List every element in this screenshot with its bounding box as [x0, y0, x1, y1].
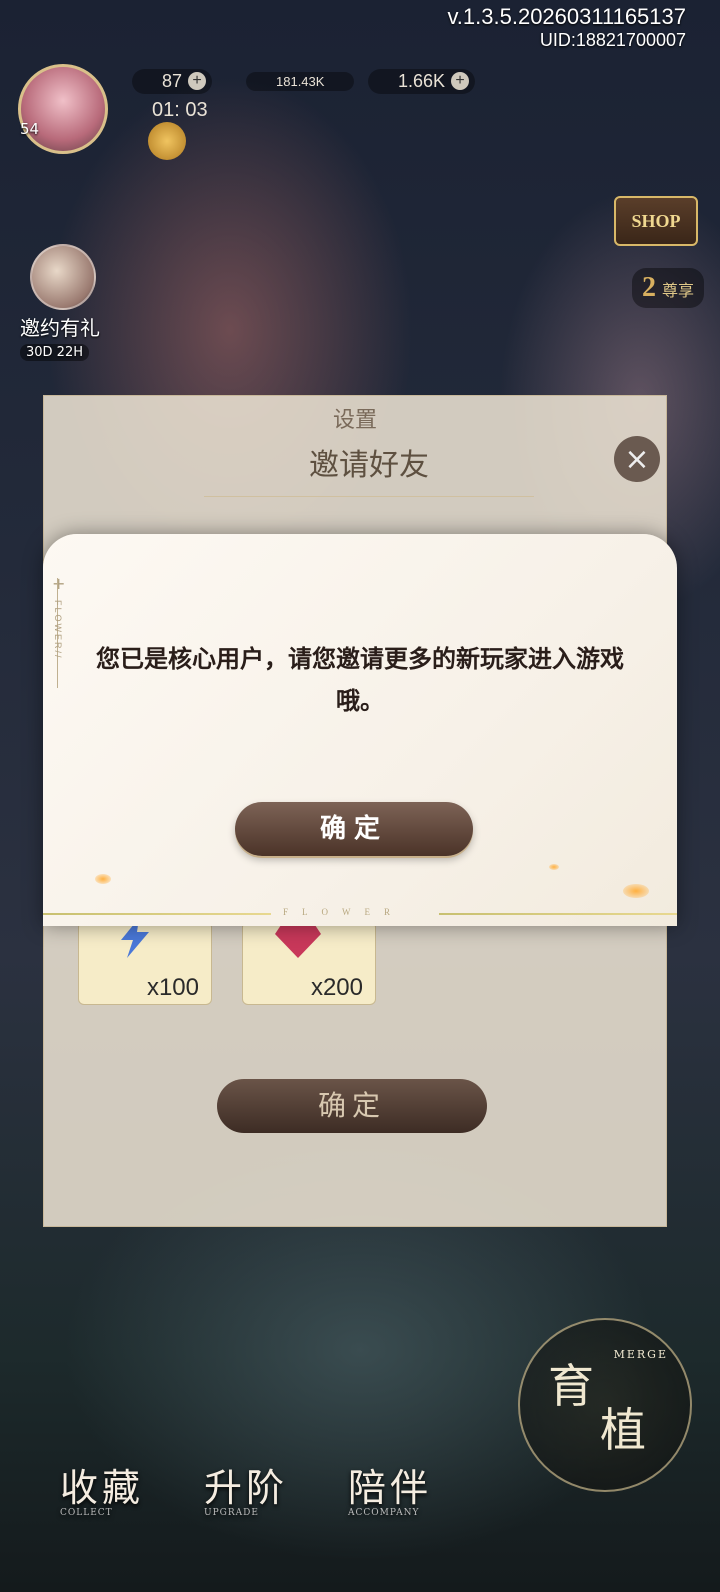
settings-title: 设置	[332, 408, 377, 433]
nav-accompany-label: 陪伴	[348, 1466, 433, 1510]
sparkle-icon	[549, 864, 559, 870]
nav-collect-label: 收藏	[60, 1466, 145, 1510]
energy-resource[interactable]: 87 +	[132, 66, 213, 96]
plus-deco-icon: +	[52, 574, 66, 593]
modal-message: 您已是核心用户，请您邀请更多的新玩家进入游戏哦。	[96, 645, 624, 715]
coin-resource: 181.43K	[246, 66, 355, 96]
background-confirm-button: 确定	[217, 1079, 487, 1133]
gem-resource[interactable]: 1.66K +	[368, 66, 476, 96]
energy-timer: 01: 03	[152, 99, 208, 121]
invite-friends-heading: 邀请好友	[204, 436, 534, 497]
merge-tag: MERGE	[613, 1348, 668, 1361]
footer-line-right	[439, 913, 677, 915]
nav-accompany[interactable]: 陪伴 ACCOMPANY	[348, 1457, 432, 1518]
confirm-button[interactable]: 确定	[235, 802, 473, 856]
coin-badge-icon[interactable]	[148, 122, 186, 160]
player-level: 54	[20, 120, 40, 138]
merge-start-button[interactable]: 育 植 MERGE	[518, 1318, 692, 1492]
reward-gem: x200	[242, 921, 376, 1005]
uid-label: UID:18821700007	[539, 30, 686, 50]
side-event-invite[interactable]: 邀约有礼 30D 22H	[20, 244, 100, 361]
side-event-timer: 30D 22H	[20, 344, 90, 361]
vip-badge[interactable]: 2 尊享	[631, 268, 704, 308]
bottom-nav: 收藏 COLLECT 升阶 UPGRADE 陪伴 ACCOMPANY	[60, 1457, 432, 1518]
gift-icon	[30, 244, 96, 310]
merge-char-2: 植	[600, 1403, 646, 1457]
footer-word: FLOWER	[283, 907, 404, 917]
sparkle-icon	[95, 874, 111, 884]
nav-collect[interactable]: 收藏 COLLECT	[60, 1457, 144, 1518]
vip-count: 2	[641, 272, 656, 303]
add-energy-icon[interactable]: +	[188, 72, 207, 90]
close-icon[interactable]: ×	[614, 436, 660, 482]
reward-amount: x200	[310, 974, 363, 1001]
footer-line-left	[43, 913, 271, 915]
player-avatar[interactable]	[18, 64, 108, 154]
core-user-modal: + FLOWER// 您已是核心用户，请您邀请更多的新玩家进入游戏哦。 确定 F…	[43, 534, 677, 926]
shop-button[interactable]: SHOP	[614, 196, 698, 246]
sparkle-icon	[623, 884, 649, 898]
nav-upgrade[interactable]: 升阶 UPGRADE	[204, 1457, 288, 1518]
nav-upgrade-label: 升阶	[204, 1466, 289, 1510]
nav-accompany-sub: ACCOMPANY	[348, 1508, 420, 1518]
reward-amount: x100	[146, 974, 199, 1001]
decorative-text: FLOWER//	[53, 600, 63, 660]
modal-footer-deco: FLOWER	[43, 907, 677, 920]
vip-label: 尊享	[661, 281, 694, 300]
reward-energy: x100	[78, 918, 212, 1005]
side-event-label: 邀约有礼	[20, 316, 100, 340]
add-gem-icon[interactable]: +	[451, 72, 470, 90]
version-label: v.1.3.5.20260311165137	[447, 4, 686, 29]
merge-char-1: 育	[548, 1359, 594, 1413]
version-info: v.1.3.5.20260311165137 UID:18821700007	[447, 4, 686, 50]
coin-value: 181.43K	[246, 71, 355, 91]
